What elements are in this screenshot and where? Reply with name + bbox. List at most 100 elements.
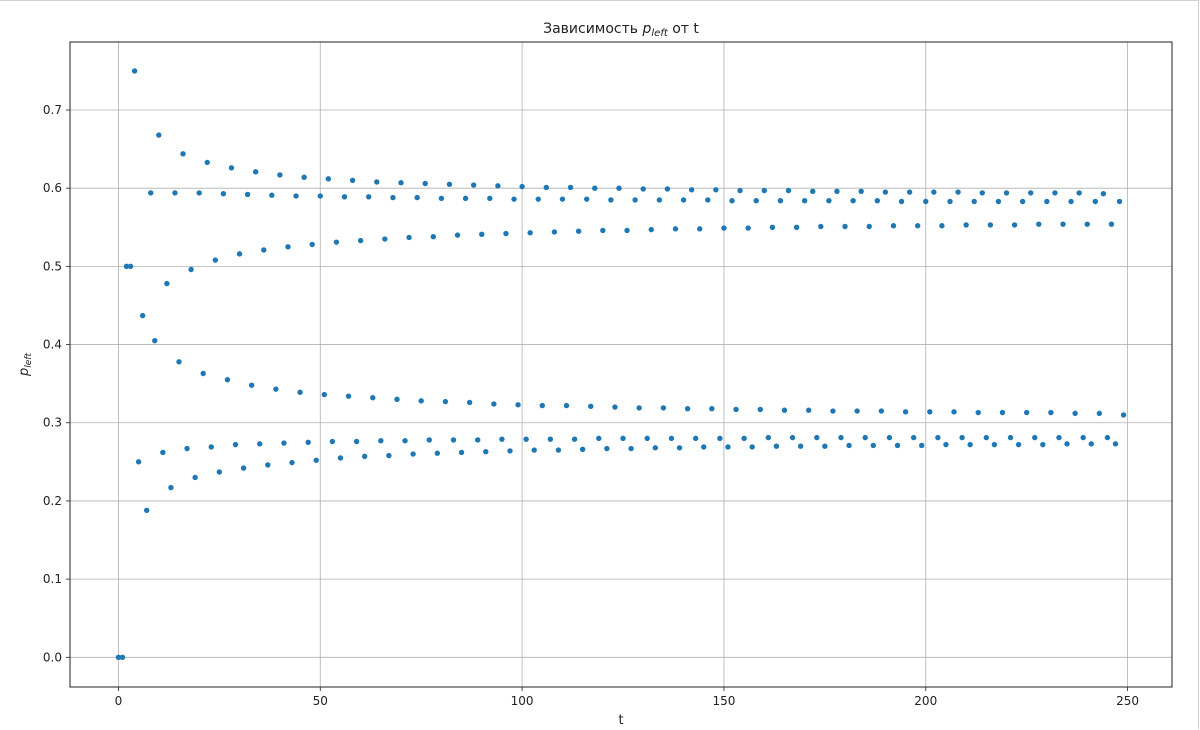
data-point [349, 177, 356, 184]
data-point [418, 398, 424, 404]
axes-frame [69, 41, 1173, 688]
data-point [156, 132, 162, 138]
data-point [208, 444, 214, 450]
data-point [882, 189, 889, 195]
x-tick-label: 200 [914, 694, 937, 708]
data-point [717, 435, 723, 442]
data-point [257, 441, 263, 447]
data-point [874, 198, 881, 204]
data-point [680, 197, 687, 203]
data-point [503, 230, 509, 237]
data-point [232, 441, 239, 448]
data-point [858, 188, 864, 195]
data-point [188, 266, 194, 273]
data-point [1044, 198, 1050, 205]
data-point [604, 445, 610, 452]
data-point [583, 196, 590, 202]
data-point [923, 198, 929, 205]
x-tick-label: 150 [712, 694, 735, 708]
data-point [810, 188, 816, 195]
data-point [705, 197, 711, 203]
data-point [644, 435, 650, 442]
data-point [999, 409, 1006, 416]
data-point [801, 198, 808, 204]
data-point [1011, 222, 1018, 228]
data-point [898, 198, 905, 205]
data-point [866, 223, 872, 230]
data-point [531, 447, 537, 453]
chart-title-subscript: left [651, 28, 668, 39]
data-point [410, 451, 416, 457]
data-point [555, 447, 562, 453]
data-point [507, 448, 513, 454]
data-point [846, 442, 852, 449]
data-point [394, 396, 400, 402]
data-point [1116, 198, 1123, 205]
data-point [374, 179, 380, 185]
data-point [434, 450, 441, 456]
data-point [265, 462, 271, 468]
data-point [721, 225, 727, 231]
data-point [749, 444, 755, 450]
data-point [931, 189, 937, 195]
data-point [248, 382, 255, 388]
data-point [620, 435, 626, 442]
data-point [842, 223, 848, 230]
data-point [321, 391, 328, 398]
data-point [713, 187, 719, 193]
data-point [192, 474, 198, 481]
data-point [1003, 190, 1010, 196]
data-point [341, 194, 348, 200]
data-point [474, 437, 481, 443]
data-point [757, 406, 763, 413]
data-point [495, 183, 501, 189]
data-point [325, 176, 332, 182]
y-tick-label: 0.6 [43, 181, 62, 195]
x-axis-label: t [618, 713, 623, 728]
data-point [935, 434, 941, 441]
chart-title: Зависимость pleft от t [543, 21, 699, 39]
data-point [729, 198, 735, 204]
data-point [1100, 190, 1107, 197]
scatter-chart: 0 50 100 150 200 2500.00.10.20.30.40.50.60.7 … [17, 21, 1173, 728]
data-point [454, 232, 461, 238]
data-point [1112, 441, 1119, 447]
data-point [176, 359, 182, 365]
data-point [361, 453, 368, 460]
data-point [366, 194, 372, 200]
data-point [313, 457, 319, 463]
data-point [1068, 198, 1074, 205]
data-point [414, 194, 420, 201]
data-point [277, 172, 283, 178]
data-point [1084, 221, 1090, 227]
data-point [220, 190, 227, 197]
data-point [430, 233, 436, 240]
data-point [1015, 441, 1022, 448]
data-point [814, 434, 820, 441]
data-point [462, 195, 469, 202]
data-point [822, 443, 828, 449]
data-point [131, 68, 138, 74]
data-point [180, 151, 186, 157]
data-point [305, 439, 311, 445]
data-point [769, 224, 776, 230]
data-point [983, 434, 990, 441]
data-point [838, 434, 844, 441]
grid-lines [70, 42, 1172, 687]
data-point [196, 190, 202, 196]
data-point [878, 408, 885, 414]
data-point [592, 185, 598, 191]
data-point [184, 445, 190, 452]
data-point [668, 435, 675, 442]
data-point [216, 469, 223, 475]
data-point [422, 180, 428, 187]
data-point [204, 159, 210, 166]
data-point [1036, 221, 1042, 227]
data-point [959, 434, 965, 441]
data-point [402, 438, 408, 444]
data-point [1108, 221, 1115, 227]
data-point [902, 409, 909, 415]
data-point [515, 402, 521, 408]
data-point [382, 236, 388, 242]
data-point [955, 189, 961, 195]
